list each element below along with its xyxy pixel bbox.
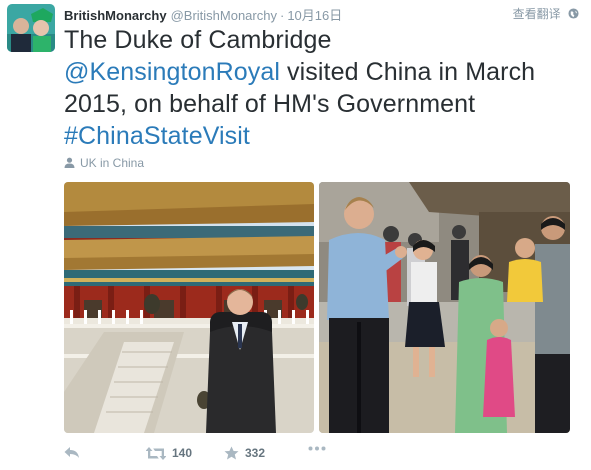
retweet-button[interactable]: 140 (146, 446, 192, 460)
reply-icon (64, 447, 79, 458)
reply-button[interactable] (64, 446, 80, 459)
translate-link[interactable]: 查看翻译 (513, 5, 579, 22)
retweet-icon (146, 446, 166, 460)
more-dots-icon (308, 446, 326, 451)
separator: · (279, 8, 285, 23)
favorite-button[interactable]: 332 (224, 446, 265, 460)
retweet-count: 140 (172, 446, 193, 460)
tweet-actions: 140 332 (64, 446, 484, 464)
tweet-location[interactable]: UK in China (64, 156, 144, 170)
avatar[interactable] (7, 4, 55, 52)
star-icon (224, 446, 239, 460)
mention-link[interactable]: @KensingtonRoyal (64, 58, 280, 86)
translate-label: 查看翻译 (512, 7, 561, 21)
location-label: UK in China (80, 156, 145, 170)
timestamp[interactable]: 10月16日 (287, 8, 342, 23)
hashtag-link[interactable]: #ChinaStateVisit (64, 122, 250, 150)
tweet-text: The Duke of Cambridge @KensingtonRoyal v… (64, 24, 579, 152)
tweet-text-intro: The Duke of Cambridge (64, 26, 332, 54)
more-button[interactable] (308, 446, 326, 451)
tweet-header: BritishMonarchy @BritishMonarchy · 10月16日 查… (64, 5, 579, 23)
tweet-photo-forbidden-city[interactable] (64, 182, 314, 433)
display-name[interactable]: BritishMonarchy (64, 8, 167, 23)
screen-name[interactable]: @BritishMonarchy (171, 8, 277, 23)
tweet-photo-village-visit[interactable] (319, 182, 570, 433)
globe-icon (568, 8, 579, 19)
location-pin-icon (64, 157, 75, 168)
favorite-count: 332 (245, 446, 266, 460)
